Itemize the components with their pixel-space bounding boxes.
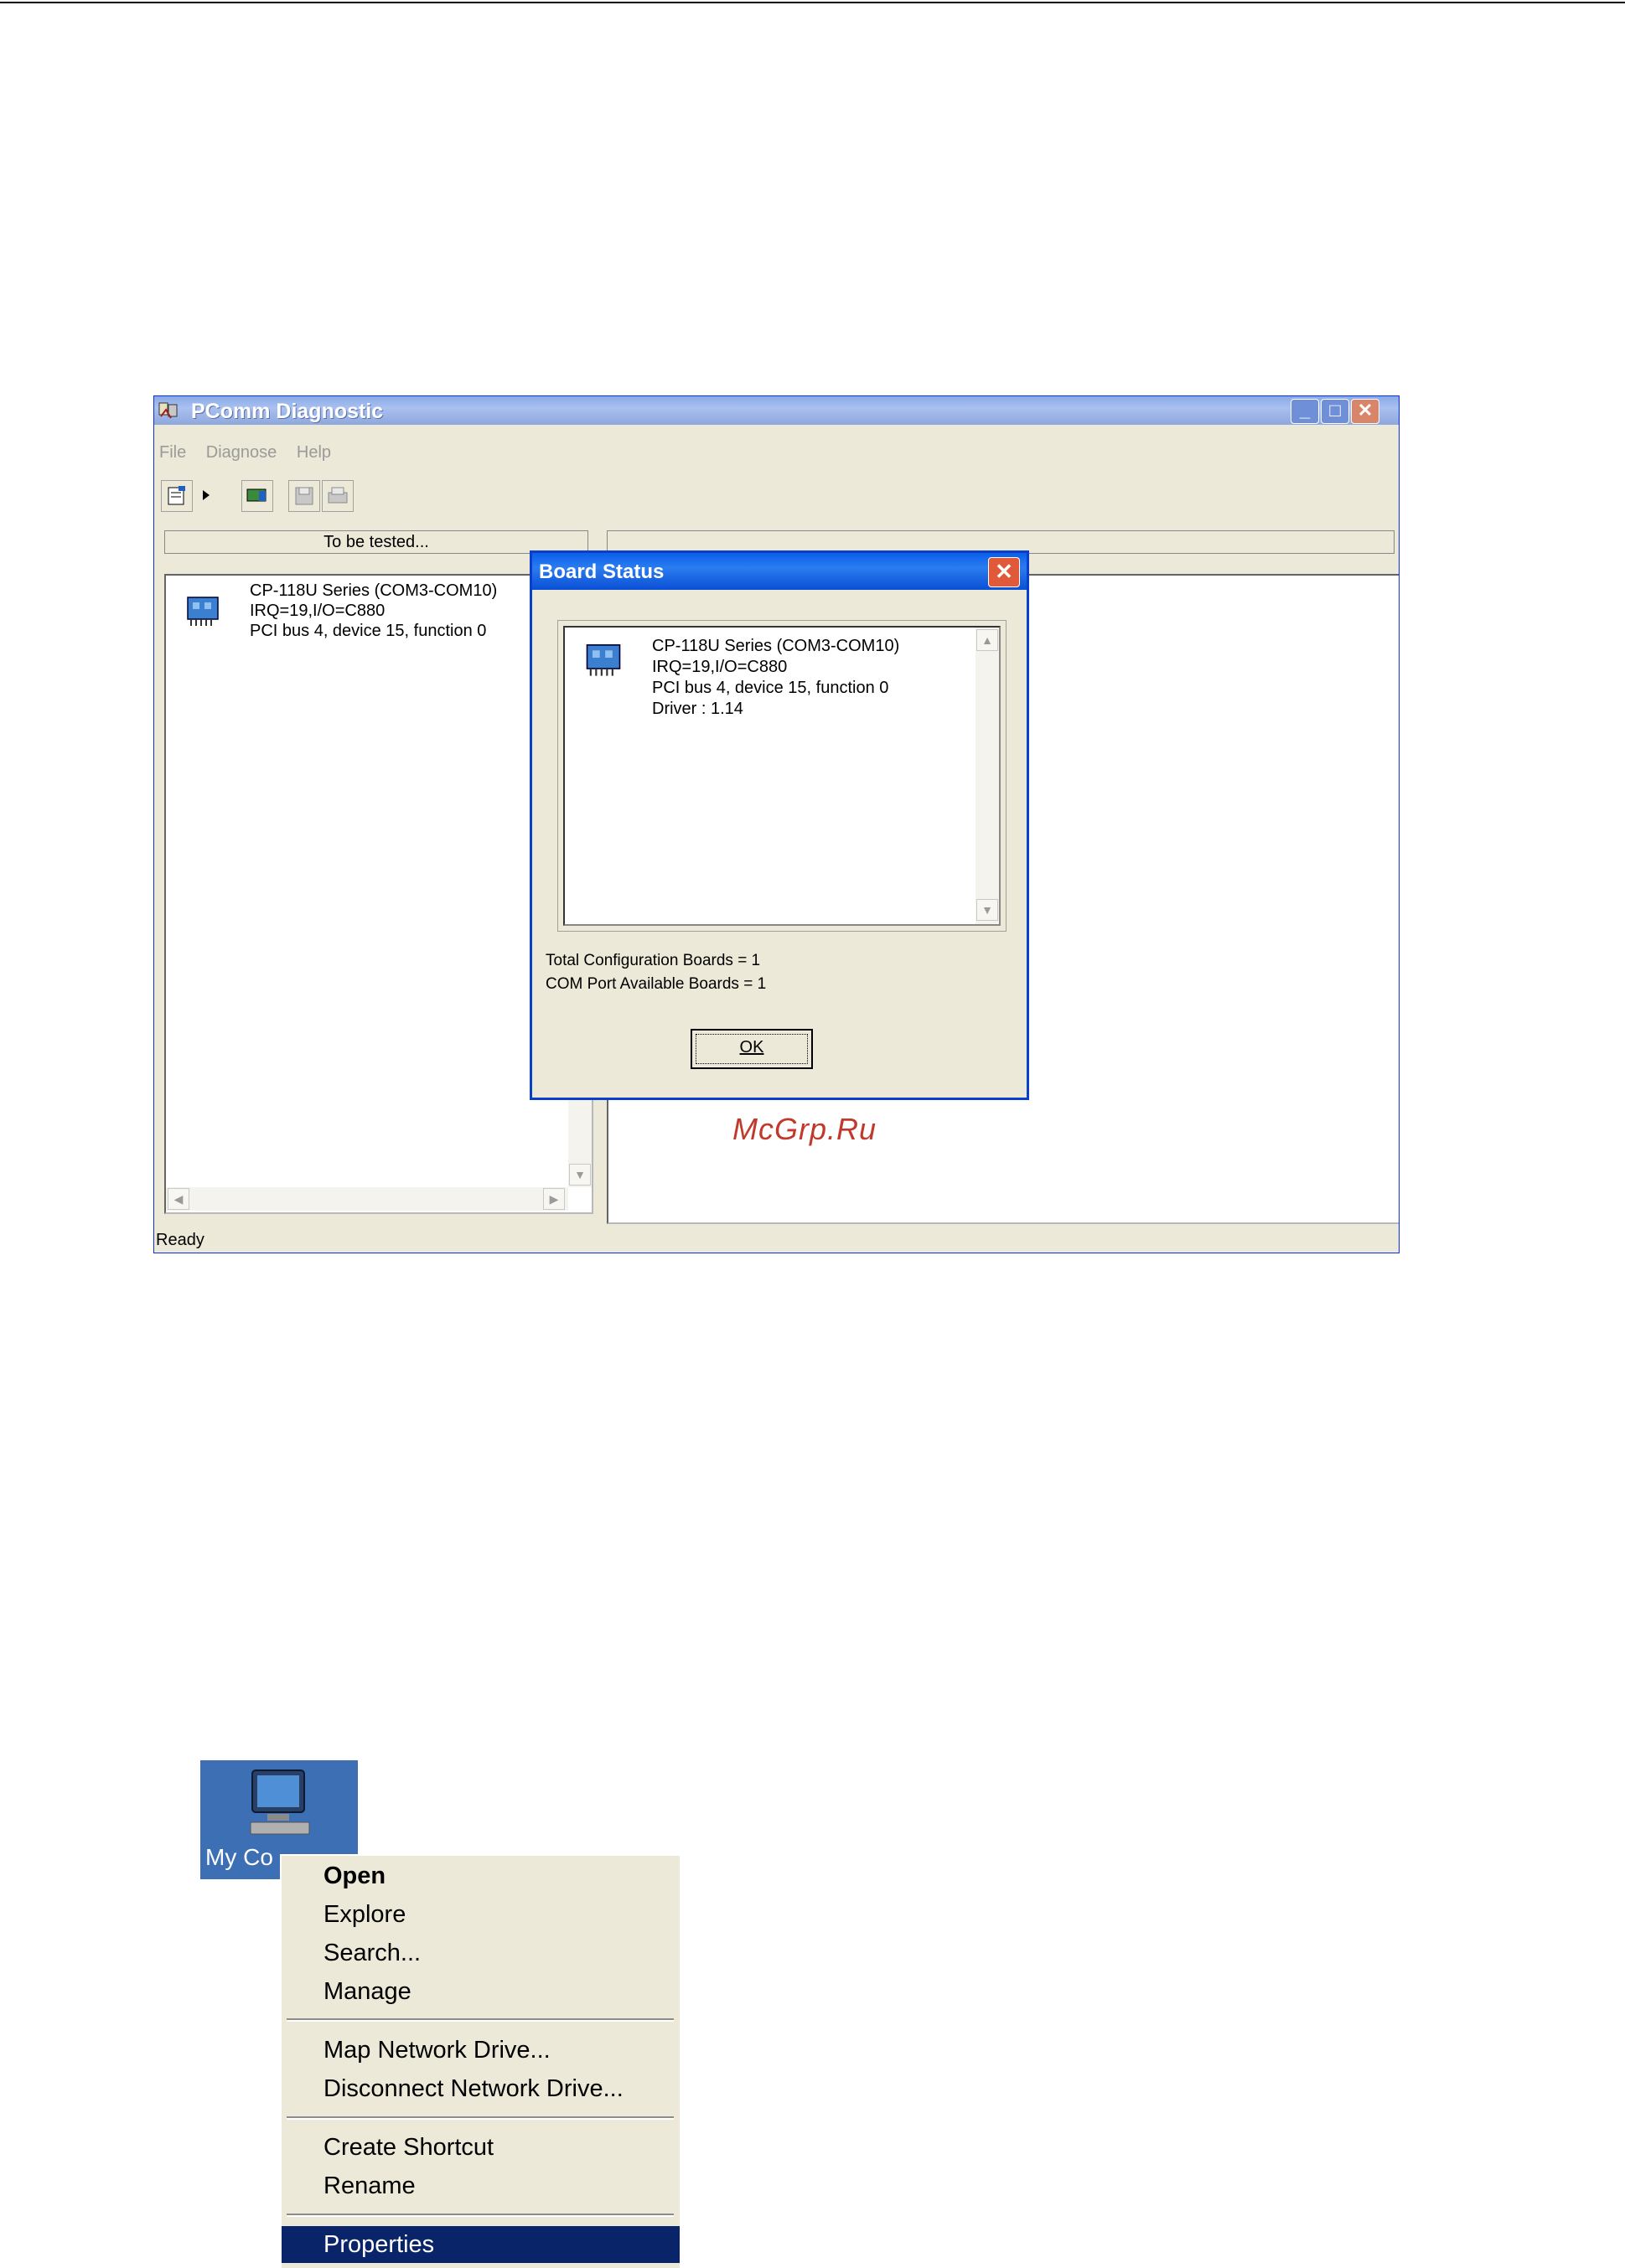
scroll-left-arrow-icon[interactable]: ◀ (168, 1188, 189, 1210)
scroll-right-arrow-icon[interactable]: ▶ (543, 1188, 565, 1210)
context-menu: Open Explore Search... Manage Map Networ… (280, 1854, 680, 2268)
properties-tool-button[interactable] (161, 480, 193, 512)
status-text: Ready (156, 1231, 204, 1249)
maximize-button[interactable]: □ (1321, 399, 1349, 424)
list-line-pci: PCI bus 4, device 15, function 0 (652, 679, 889, 697)
play-arrow-icon (203, 490, 210, 500)
pcomm-titlebar[interactable]: PComm Diagnostic _ □ ✕ (154, 396, 1399, 425)
board-list[interactable]: CP-118U Series (COM3-COM10) IRQ=19,I/O=C… (563, 626, 1001, 926)
dialog-title: Board Status (539, 561, 665, 583)
dialog-titlebar[interactable]: Board Status ✕ (532, 553, 1027, 590)
watermark: McGrp.Ru (732, 1112, 877, 1146)
menu-item-properties[interactable]: Properties (282, 2226, 680, 2263)
tree-line-irq: IRQ=19,I/O=C880 (250, 602, 386, 620)
save-tool-button[interactable] (288, 480, 320, 512)
tree-line-pci: PCI bus 4, device 15, function 0 (250, 622, 487, 640)
board-status-dialog: Board Status ✕ CP-118U Series (COM3-COM1… (530, 550, 1029, 1100)
menu-item-disconnect-network-drive[interactable]: Disconnect Network Drive... (282, 2070, 680, 2107)
list-line-driver: Driver : 1.14 (652, 700, 743, 718)
save-disk-icon (295, 487, 313, 505)
focus-rect (696, 1034, 808, 1064)
diagnose-tool-button[interactable] (241, 480, 273, 512)
board-totals: Total Configuration Boards = 1 COM Port … (546, 949, 766, 996)
tree-horizontal-scrollbar[interactable]: ◀ ▶ (166, 1187, 568, 1211)
print-tool-button[interactable] (322, 480, 354, 512)
computer-monitor-icon (250, 1769, 310, 1835)
properties-icon (168, 486, 185, 505)
status-bar: Ready (154, 1227, 1399, 1253)
board-list-frame: CP-118U Series (COM3-COM10) IRQ=19,I/O=C… (557, 620, 1007, 932)
printer-icon (328, 487, 348, 504)
menu-item-open[interactable]: Open (282, 1857, 680, 1894)
menu-separator (287, 2214, 674, 2217)
scroll-down-arrow-icon[interactable]: ▼ (569, 1164, 591, 1186)
window-title: PComm Diagnostic (191, 400, 384, 423)
top-rule (0, 2, 1625, 3)
menu-help[interactable]: Help (297, 443, 331, 462)
menu-file[interactable]: File (159, 443, 186, 462)
ok-button[interactable]: OK (691, 1029, 813, 1069)
menu-separator (287, 2116, 674, 2120)
menu-item-create-shortcut[interactable]: Create Shortcut (282, 2129, 680, 2166)
menu-diagnose[interactable]: Diagnose (206, 443, 277, 462)
menu-separator (287, 2018, 674, 2022)
scroll-down-arrow-icon[interactable]: ▼ (976, 899, 998, 921)
total-config-text: Total Configuration Boards = 1 (546, 952, 761, 969)
dialog-close-button[interactable]: ✕ (988, 557, 1020, 587)
tree-board-entry[interactable]: CP-118U Series (COM3-COM10) IRQ=19,I/O=C… (250, 581, 497, 641)
run-tool-button[interactable] (194, 480, 218, 512)
scroll-up-arrow-icon[interactable]: ▲ (976, 629, 998, 651)
menu-bar: File Diagnose Help (159, 443, 346, 462)
tree-line-model: CP-118U Series (COM3-COM10) (250, 581, 498, 600)
list-vertical-scrollbar[interactable]: ▲ ▼ (976, 628, 999, 924)
board-test-icon (246, 488, 267, 502)
close-button[interactable]: ✕ (1351, 399, 1379, 424)
minimize-button[interactable]: _ (1291, 399, 1319, 424)
list-line-irq: IRQ=19,I/O=C880 (652, 658, 788, 676)
pci-card-icon (586, 644, 621, 676)
list-line-model: CP-118U Series (COM3-COM10) (652, 637, 900, 655)
menu-item-manage[interactable]: Manage (282, 1973, 680, 2010)
menu-item-explore[interactable]: Explore (282, 1896, 680, 1933)
to-be-tested-header[interactable]: To be tested... (164, 530, 588, 554)
board-list-item[interactable]: CP-118U Series (COM3-COM10) IRQ=19,I/O=C… (652, 636, 899, 720)
com-available-text: COM Port Available Boards = 1 (546, 975, 767, 993)
menu-item-rename[interactable]: Rename (282, 2167, 680, 2204)
pcomm-app-icon (158, 402, 178, 419)
pci-card-icon (187, 597, 219, 626)
my-computer-label[interactable]: My Co (205, 1844, 273, 1871)
menu-item-map-network-drive[interactable]: Map Network Drive... (282, 2032, 680, 2069)
menu-item-search[interactable]: Search... (282, 1935, 680, 1971)
